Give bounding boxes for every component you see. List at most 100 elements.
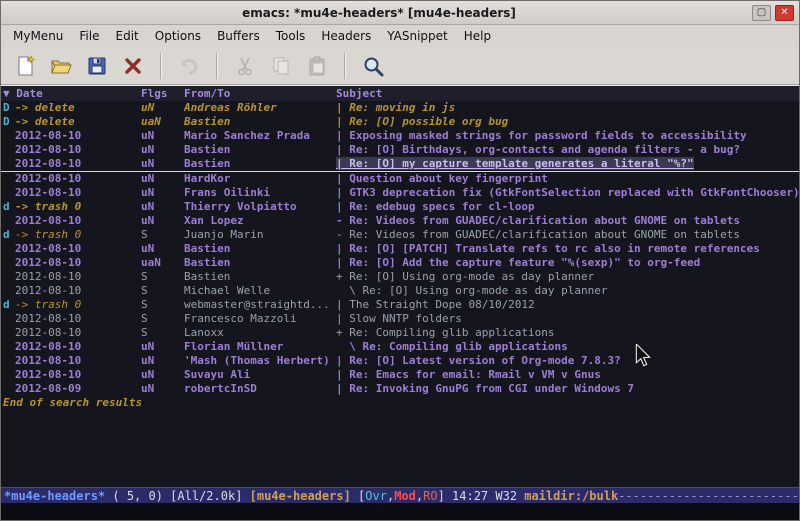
from-cell: Frans Oilinki xyxy=(184,186,336,200)
menu-item-tools[interactable]: Tools xyxy=(268,26,314,46)
titlebar[interactable]: emacs: *mu4e-headers* [mu4e-headers] ▢ ✕ xyxy=(1,1,799,25)
column-header-subject[interactable]: Subject xyxy=(336,86,799,101)
toolbar-search-button[interactable] xyxy=(357,51,389,81)
from-cell: Bastien xyxy=(184,270,336,284)
message-row[interactable]: 2012-08-10uNMario Sanchez Prada| Exposin… xyxy=(1,129,799,143)
close-buffer-icon xyxy=(122,55,144,77)
subject-cell: | The Straight Dope 08/10/2012 xyxy=(336,298,799,312)
mark-cell xyxy=(3,214,15,228)
date-cell: -> delete xyxy=(15,101,141,115)
message-row[interactable]: D-> deleteuNAndreas Röhler| Re: moving i… xyxy=(1,101,799,115)
message-row[interactable]: 2012-08-10uNXan Lopez- Re: Videos from G… xyxy=(1,214,799,228)
toolbar-copy-button[interactable] xyxy=(265,51,297,81)
from-cell: Thierry Volpiatto xyxy=(184,200,336,214)
search-icon xyxy=(362,55,384,77)
menu-item-edit[interactable]: Edit xyxy=(108,26,147,46)
mark-cell xyxy=(3,172,15,186)
subject-cell: | Re: [O] my capture template generates … xyxy=(336,157,799,171)
date-column-label: Date xyxy=(16,87,43,100)
from-cell: HardKor xyxy=(184,172,336,186)
column-header-flags[interactable]: Flgs xyxy=(141,86,184,101)
message-row[interactable]: D-> deleteuaNBastien| Re: [O] possible o… xyxy=(1,115,799,129)
mark-cell xyxy=(3,340,15,354)
menu-item-headers[interactable]: Headers xyxy=(313,26,379,46)
toolbar-open-file-button[interactable] xyxy=(45,51,77,81)
menu-item-help[interactable]: Help xyxy=(456,26,499,46)
end-of-results-text: End of search results xyxy=(1,396,799,410)
save-buffer-icon xyxy=(86,55,108,77)
message-row[interactable]: 2012-08-10SFrancesco Mazzoli| Slow NNTP … xyxy=(1,312,799,326)
paste-icon xyxy=(306,55,328,77)
message-row[interactable]: 2012-08-10uNFrans Oilinki| GTK3 deprecat… xyxy=(1,186,799,200)
message-row[interactable]: d-> trash 0Swebmaster@straightd...| The … xyxy=(1,298,799,312)
column-header-from[interactable]: From/To xyxy=(184,86,336,101)
message-row[interactable]: 2012-08-10SMichael Welle \ Re: [O] Using… xyxy=(1,284,799,298)
mark-cell xyxy=(3,186,15,200)
window-controls: ▢ ✕ xyxy=(752,5,794,21)
maximize-button[interactable]: ▢ xyxy=(752,5,771,21)
mark-cell: D xyxy=(3,101,15,115)
mark-cell xyxy=(3,382,15,396)
date-cell: -> trash 0 xyxy=(15,298,141,312)
toolbar-paste-button[interactable] xyxy=(301,51,333,81)
menu-item-mymenu[interactable]: MyMenu xyxy=(5,26,71,46)
mode-line[interactable]: *mu4e-headers* ( 5, 0) [All/2.0k] [mu4e-… xyxy=(1,487,799,503)
modeline-segment: Ovr xyxy=(365,489,387,503)
toolbar-close-buffer-button[interactable] xyxy=(117,51,149,81)
mark-cell xyxy=(3,354,15,368)
column-header-date[interactable]: ▼ Date xyxy=(3,86,141,101)
menu-item-yasnippet[interactable]: YASnippet xyxy=(379,26,456,46)
modeline-segment: *mu4e-headers* xyxy=(4,489,105,503)
menu-item-file[interactable]: File xyxy=(71,26,107,46)
toolbar-undo-button[interactable] xyxy=(173,51,205,81)
message-row[interactable]: 2012-08-10SBastien+ Re: [O] Using org-mo… xyxy=(1,270,799,284)
message-row[interactable]: 2012-08-10uaNBastien| Re: [O] Add the ca… xyxy=(1,256,799,270)
modeline-segment: maildir:/bulk xyxy=(524,489,618,503)
from-cell: Xan Lopez xyxy=(184,214,336,228)
open-file-icon xyxy=(50,55,72,77)
message-row[interactable]: 2012-08-10uNBastien| Re: [O] Birthdays, … xyxy=(1,143,799,157)
flags-cell: uN xyxy=(141,172,184,186)
subject-cell: | Slow NNTP folders xyxy=(336,312,799,326)
message-row[interactable]: 2012-08-10SLanoxx+ Re: Compiling glib ap… xyxy=(1,326,799,340)
date-cell: 2012-08-10 xyxy=(15,143,141,157)
subject-cell: - Re: Videos from GUADEC/clarification a… xyxy=(336,228,799,242)
from-cell: Suvayu Ali xyxy=(184,368,336,382)
message-row[interactable]: d-> trash 0SJuanjo Marin- Re: Videos fro… xyxy=(1,228,799,242)
message-row[interactable]: 2012-08-10uNFlorian Müllner \ Re: Compil… xyxy=(1,340,799,354)
toolbar-new-file-button[interactable] xyxy=(9,51,41,81)
date-cell: 2012-08-10 xyxy=(15,172,141,186)
flags-cell: uN xyxy=(141,354,184,368)
echo-area[interactable] xyxy=(1,503,799,520)
subject-cell: | Re: [O] Add the capture feature "%(sex… xyxy=(336,256,799,270)
menu-item-options[interactable]: Options xyxy=(147,26,209,46)
from-cell: Francesco Mazzoli xyxy=(184,312,336,326)
message-row[interactable]: d-> trash 0uNThierry Volpiatto| Re: edeb… xyxy=(1,200,799,214)
subject-cell: | Re: moving in js xyxy=(336,101,799,115)
message-row[interactable]: 2012-08-09uNrobertcInSD| Re: Invoking Gn… xyxy=(1,382,799,396)
flags-cell: uN xyxy=(141,101,184,115)
modeline-segment: ----------------------------------------… xyxy=(618,489,799,503)
message-row[interactable]: 2012-08-10uNHardKor| Question about key … xyxy=(1,172,799,186)
message-row[interactable]: 2012-08-10uNBastien| Re: [O] my capture … xyxy=(1,157,799,172)
subject-cell: | Re: [O] Latest version of Org-mode 7.8… xyxy=(336,354,799,368)
message-row[interactable]: 2012-08-10uN'Mash (Thomas Herbert)| Re: … xyxy=(1,354,799,368)
from-cell: Bastien xyxy=(184,143,336,157)
toolbar-separator xyxy=(344,53,346,79)
toolbar-cut-button[interactable] xyxy=(229,51,261,81)
cut-icon xyxy=(234,55,256,77)
flags-cell: uN xyxy=(141,368,184,382)
message-row[interactable]: 2012-08-10uNBastien| Re: [O] [PATCH] Tra… xyxy=(1,242,799,256)
date-cell: 2012-08-09 xyxy=(15,382,141,396)
subject-cell: | Re: Emacs for email: Rmail v VM v Gnus xyxy=(336,368,799,382)
menu-item-buffers[interactable]: Buffers xyxy=(209,26,268,46)
flags-cell: uN xyxy=(141,143,184,157)
date-cell: -> trash 0 xyxy=(15,200,141,214)
close-button[interactable]: ✕ xyxy=(775,5,794,21)
toolbar-separator xyxy=(160,53,162,79)
date-cell: -> delete xyxy=(15,115,141,129)
message-row[interactable]: 2012-08-10uNSuvayu Ali| Re: Emacs for em… xyxy=(1,368,799,382)
subject-cell: - Re: Videos from GUADEC/clarification a… xyxy=(336,214,799,228)
date-cell: -> trash 0 xyxy=(15,228,141,242)
toolbar-save-buffer-button[interactable] xyxy=(81,51,113,81)
